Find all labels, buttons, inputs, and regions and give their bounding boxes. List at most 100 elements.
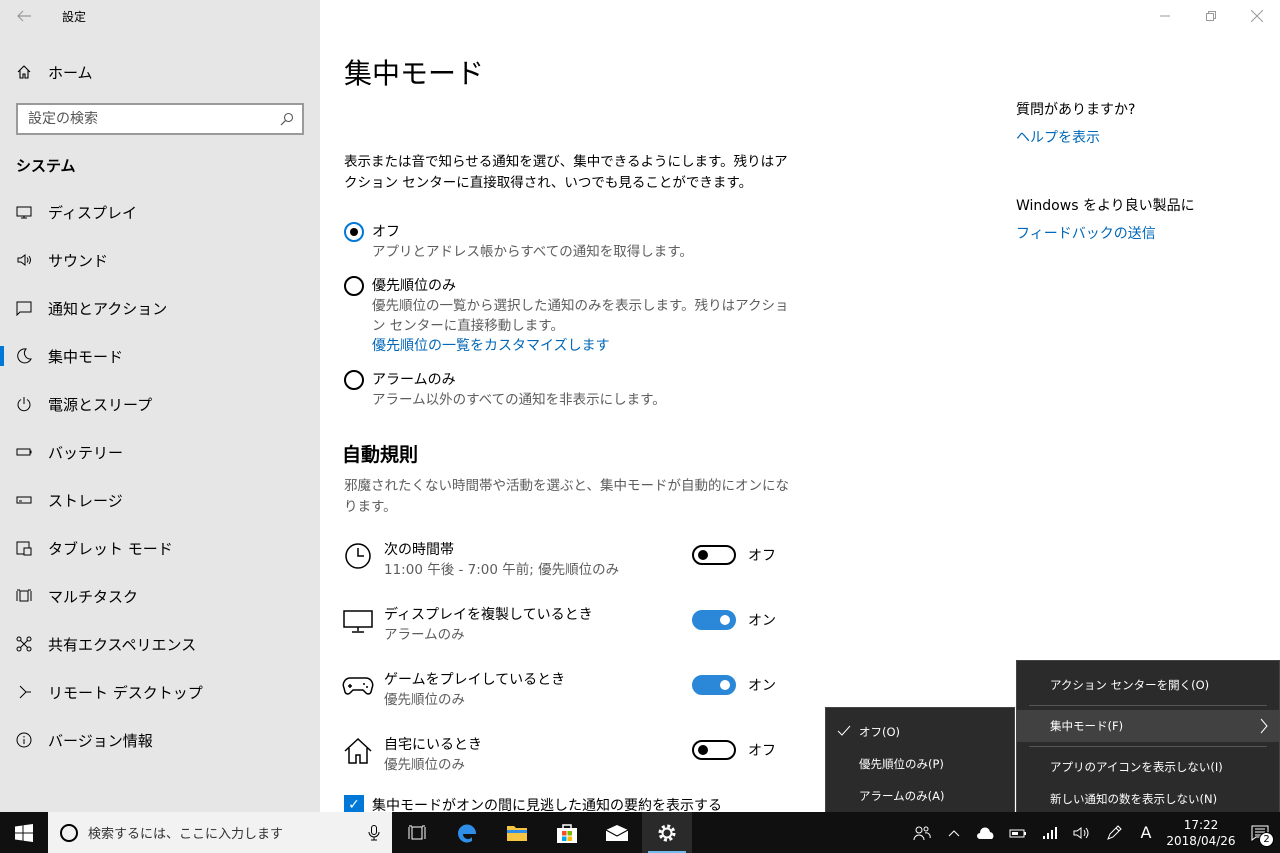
message-icon: [0, 300, 48, 316]
mail-button[interactable]: [592, 812, 642, 853]
sidebar-item-storage[interactable]: ストレージ: [0, 476, 320, 524]
menu-label: 新しい通知の数を表示しない(N): [1050, 792, 1218, 806]
sidebar-nav: ディスプレイ サウンド 通知とアクション 集中モード 電源とスリープ バッテリー…: [0, 188, 320, 764]
taskbar-search[interactable]: 検索するには、ここに入力します: [48, 812, 392, 853]
back-button[interactable]: [0, 0, 48, 32]
radio-description: アプリとアドレス帳からすべての通知を取得します。: [372, 244, 693, 260]
sidebar-item-about[interactable]: バージョン情報: [0, 716, 320, 764]
sidebar-item-multitask[interactable]: マルチタスク: [0, 572, 320, 620]
battery-icon: [1009, 829, 1026, 837]
people-button[interactable]: [906, 825, 938, 841]
rule-duplicate-display[interactable]: ディスプレイを複製しているとき アラームのみ オン: [342, 605, 782, 651]
app-title: 設定: [62, 9, 87, 24]
volume-button[interactable]: [1066, 826, 1098, 840]
show-hidden-icons-button[interactable]: [938, 829, 970, 837]
start-button[interactable]: [0, 812, 48, 853]
chevron-up-icon: [948, 829, 960, 836]
multitask-icon: [0, 588, 48, 604]
sidebar-item-label: リモート デスクトップ: [48, 683, 203, 702]
sidebar-item-power[interactable]: 電源とスリープ: [0, 380, 320, 428]
submenu-item-priority[interactable]: 優先順位のみ(P): [826, 748, 1014, 780]
sidebar-item-battery[interactable]: バッテリー: [0, 428, 320, 476]
page-title: 集中モード: [344, 57, 485, 90]
battery-button[interactable]: [1002, 827, 1034, 839]
sidebar-item-focus-assist[interactable]: 集中モード: [0, 332, 320, 380]
radio-button[interactable]: [344, 276, 364, 296]
feedback-link[interactable]: フィードバックの送信: [1016, 224, 1256, 244]
edge-button[interactable]: [442, 812, 492, 853]
sidebar-item-sound[interactable]: サウンド: [0, 236, 320, 284]
file-explorer-button[interactable]: [492, 812, 542, 853]
settings-button[interactable]: [642, 812, 692, 853]
section-heading: システム: [16, 157, 76, 175]
signal-icon: [1043, 826, 1057, 839]
sidebar-item-notifications[interactable]: 通知とアクション: [0, 284, 320, 332]
people-icon: [913, 826, 931, 840]
submenu-label: アラームのみ(A): [859, 789, 945, 803]
radio-button[interactable]: [344, 370, 364, 390]
sidebar-item-shared-experience[interactable]: 共有エクスペリエンス: [0, 620, 320, 668]
rule-time[interactable]: 次の時間帯 11:00 午後 - 7:00 午前; 優先順位のみ オフ: [342, 540, 782, 586]
sidebar-item-label: バッテリー: [48, 443, 124, 462]
submenu-label: オフ(O): [859, 725, 901, 739]
sidebar-item-tablet[interactable]: タブレット モード: [0, 524, 320, 572]
customize-priority-link[interactable]: 優先順位の一覧をカスタマイズします: [372, 336, 792, 356]
menu-item-open-action-center[interactable]: アクション センターを開く(O): [1017, 669, 1279, 701]
radio-priority-only[interactable]: 優先順位のみ 優先順位の一覧から選択した通知のみを表示します。残りはアクション …: [344, 276, 804, 356]
onedrive-button[interactable]: [970, 826, 1002, 840]
minimize-button[interactable]: [1142, 0, 1188, 32]
radio-off[interactable]: オフ アプリとアドレス帳からすべての通知を取得します。: [344, 222, 804, 262]
menu-item-hide-app-icons[interactable]: アプリのアイコンを表示しない(I): [1017, 751, 1279, 783]
restore-button[interactable]: [1188, 0, 1234, 32]
rule-home[interactable]: 自宅にいるとき 優先順位のみ オフ: [342, 735, 782, 781]
action-center-button[interactable]: 2: [1240, 825, 1280, 847]
rule-toggle[interactable]: [692, 740, 736, 760]
submenu-item-alarms[interactable]: アラームのみ(A): [826, 780, 1014, 812]
pen-workspace-button[interactable]: [1098, 824, 1130, 841]
network-button[interactable]: [1034, 826, 1066, 840]
auto-rules-description: 邪魔されたくない時間帯や活動を選ぶと、集中モードが自動的にオンになります。: [344, 478, 789, 515]
toggle-state: オフ: [748, 548, 776, 564]
rule-toggle[interactable]: [692, 610, 736, 630]
taskbar-search-text: 検索するには、ここに入力します: [88, 827, 284, 842]
clock-icon: [342, 540, 374, 572]
remote-icon: [0, 684, 48, 700]
submenu-label: 優先順位のみ(P): [859, 757, 944, 771]
sidebar-item-label: サウンド: [48, 251, 109, 270]
action-center-context-menu: アクション センターを開く(O) 集中モード(F) アプリのアイコンを表示しない…: [1016, 660, 1280, 820]
sidebar-item-remote-desktop[interactable]: リモート デスクトップ: [0, 668, 320, 716]
auto-rules-heading: 自動規則: [342, 444, 419, 466]
rule-gaming[interactable]: ゲームをプレイしているとき 優先順位のみ オン: [342, 670, 782, 716]
clock[interactable]: 17:22 2018/04/26: [1162, 817, 1240, 849]
sidebar-item-label: タブレット モード: [48, 539, 173, 558]
search-icon[interactable]: [280, 112, 294, 126]
submenu-item-off[interactable]: オフ(O): [826, 716, 1014, 748]
menu-item-hide-notification-count[interactable]: 新しい通知の数を表示しない(N): [1017, 783, 1279, 815]
store-button[interactable]: [542, 812, 592, 853]
radio-button[interactable]: [344, 222, 364, 242]
help-link[interactable]: ヘルプを表示: [1016, 128, 1256, 148]
search-input[interactable]: [28, 111, 268, 127]
radio-label: アラームのみ: [372, 372, 456, 388]
settings-search[interactable]: [16, 103, 304, 135]
rule-toggle[interactable]: [692, 675, 736, 695]
page-description: 表示または音で知らせる通知を選び、集中できるようにします。残りはアクション セン…: [344, 154, 788, 191]
rule-label: ゲームをプレイしているとき: [384, 672, 566, 688]
taskbar: 検索するには、ここに入力します A 17:22 2018/04/26 2: [0, 812, 1280, 853]
rule-label: ディスプレイを複製しているとき: [384, 607, 593, 623]
sidebar-item-display[interactable]: ディスプレイ: [0, 188, 320, 236]
sidebar-item-home[interactable]: ホーム: [0, 54, 320, 90]
microphone-icon[interactable]: [368, 824, 380, 841]
sidebar-item-label: ストレージ: [48, 491, 123, 510]
check-icon: [837, 725, 851, 736]
moon-icon: [0, 348, 48, 364]
close-button[interactable]: [1234, 0, 1280, 32]
task-view-button[interactable]: [392, 812, 442, 853]
ime-indicator[interactable]: A: [1130, 823, 1162, 842]
rule-toggle[interactable]: [692, 545, 736, 565]
gamepad-icon: [342, 670, 374, 702]
radio-alarms-only[interactable]: アラームのみ アラーム以外のすべての通知を非表示にします。: [344, 370, 804, 410]
menu-item-focus-assist[interactable]: 集中モード(F): [1017, 710, 1279, 742]
storage-icon: [0, 492, 48, 508]
sidebar-item-label: 電源とスリープ: [48, 395, 153, 414]
